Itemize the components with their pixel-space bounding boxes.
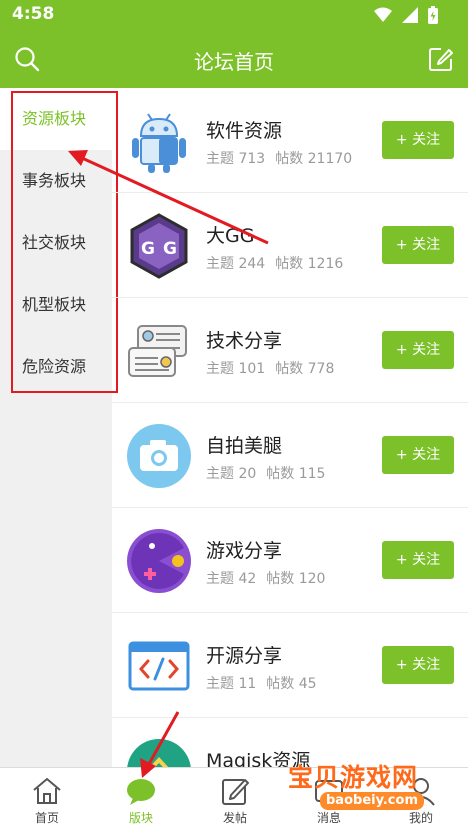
forum-stats: 主题 20 帖数 115 (206, 466, 326, 482)
page-title: 论坛首页 (194, 50, 274, 74)
follow-button[interactable]: + 关注 (382, 331, 454, 369)
header-bar: 论坛首页 (0, 30, 468, 88)
home-icon (33, 777, 61, 804)
forum-row-games[interactable]: 游戏分享 主题 42 帖数 120 + 关注 (112, 508, 468, 613)
follow-button[interactable]: + 关注 (382, 436, 454, 474)
nav-post-label: 发帖 (222, 811, 247, 825)
nav-boards[interactable]: 版块 (94, 768, 188, 832)
forum-stats: 主题 101 帖数 778 (206, 361, 335, 377)
camera-icon (127, 424, 191, 488)
game-guardian-icon: G G (130, 213, 188, 279)
forum-stats: 主题 713 帖数 21170 (206, 151, 353, 167)
forum-name: 软件资源 (206, 120, 283, 142)
pacman-game-icon (127, 529, 191, 593)
signal-icon (402, 7, 418, 23)
nav-boards-label: 版块 (128, 811, 153, 825)
nav-messages[interactable]: 消息 (282, 768, 376, 832)
forum-row-opensource[interactable]: 开源分享 主题 11 帖数 45 + 关注 (112, 613, 468, 718)
user-icon (407, 778, 435, 806)
category-sidebar: 资源板块 事务板块 社交板块 机型板块 危险资源 (0, 88, 112, 767)
forum-stats: 主题 42 帖数 120 (206, 571, 326, 587)
forum-name: 大GG (206, 225, 255, 247)
forum-row-tech[interactable]: 技术分享 主题 101 帖数 778 + 关注 (112, 298, 468, 403)
svg-text:G: G (141, 239, 155, 259)
sidebar-item-dangerous[interactable]: 危险资源 (0, 336, 112, 398)
chat-bubbles-icon (128, 325, 187, 377)
wifi-icon (374, 7, 392, 22)
code-window-icon (128, 641, 190, 691)
nav-profile[interactable]: 我的 (374, 768, 468, 832)
sidebar-item-affairs[interactable]: 事务板块 (0, 150, 112, 212)
forum-name: 游戏分享 (206, 540, 283, 562)
message-icon (315, 780, 343, 802)
forum-name: Magisk资源 (206, 750, 311, 767)
forum-row-selfie[interactable]: 自拍美腿 主题 20 帖数 115 + 关注 (112, 403, 468, 508)
edit-icon (429, 48, 453, 71)
forum-name: 自拍美腿 (206, 435, 283, 457)
nav-profile-label: 我的 (408, 811, 433, 825)
nav-home-label: 首页 (34, 811, 59, 825)
status-icons (374, 6, 438, 24)
status-bar: 4:58 (0, 0, 468, 30)
nav-home[interactable]: 首页 (0, 768, 94, 832)
edit-icon (222, 779, 249, 805)
nav-messages-label: 消息 (316, 811, 341, 825)
forum-name: 开源分享 (206, 645, 283, 667)
forum-row-software[interactable]: 软件资源 主题 713 帖数 21170 + 关注 (112, 88, 468, 193)
forum-list: 软件资源 主题 713 帖数 21170 + 关注 G G 大GG 主题 244 帖… (112, 88, 468, 767)
nav-post[interactable]: 发帖 (188, 768, 282, 832)
forum-screen: 4:58 论坛首页 资源板块 事务板块 社交板块 机型板块 危险资源 软件资源 … (0, 0, 468, 832)
bottom-nav: 首页 版块 发帖 消息 我的 (0, 767, 468, 832)
follow-button[interactable]: + 关注 (382, 226, 454, 264)
forum-name: 技术分享 (206, 330, 283, 352)
compose-button[interactable] (426, 44, 456, 74)
forum-stats: 主题 11 帖数 45 (206, 676, 317, 692)
forum-stats: 主题 244 帖数 1216 (206, 256, 344, 272)
follow-button[interactable]: + 关注 (382, 646, 454, 684)
android-robot-icon (132, 113, 186, 173)
follow-button[interactable]: + 关注 (382, 541, 454, 579)
sidebar-item-resources[interactable]: 资源板块 (0, 88, 112, 150)
sidebar-item-social[interactable]: 社交板块 (0, 212, 112, 274)
forum-row-magisk[interactable]: Magisk资源 (112, 718, 468, 767)
svg-text:G: G (163, 239, 177, 259)
chat-bubble-icon (127, 779, 155, 805)
magisk-icon (127, 739, 191, 767)
forum-row-gg[interactable]: G G 大GG 主题 244 帖数 1216 + 关注 (112, 193, 468, 298)
battery-icon (428, 6, 438, 24)
sidebar-item-devices[interactable]: 机型板块 (0, 274, 112, 336)
follow-button[interactable]: + 关注 (382, 121, 454, 159)
status-time: 4:58 (12, 4, 55, 24)
